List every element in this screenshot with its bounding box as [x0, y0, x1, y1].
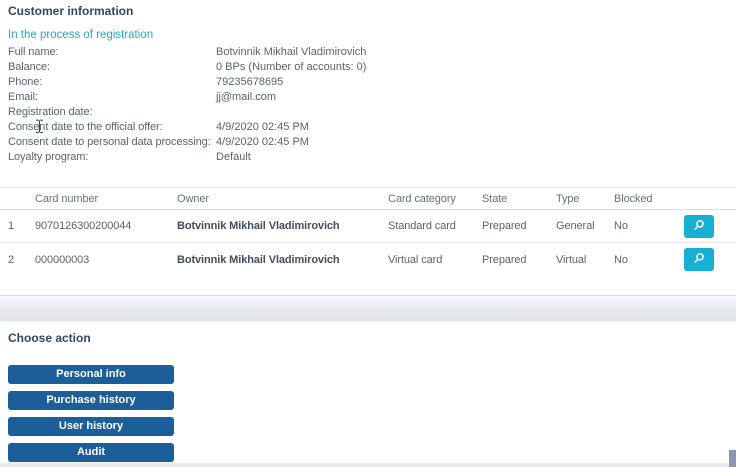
cell-card-category: Standard card	[388, 220, 456, 232]
bottom-divider-strip	[0, 463, 736, 467]
cell-blocked: No	[614, 220, 628, 232]
info-row-email: Email: jj@mail.com	[0, 90, 736, 105]
cell-card-number: 000000003	[35, 253, 90, 266]
info-value: jj@mail.com	[216, 90, 277, 105]
cell-blocked: No	[614, 253, 628, 266]
cell-state: Prepared	[482, 253, 527, 266]
scrollbar-thumb[interactable]	[729, 450, 736, 467]
table-row: 1 9070126300200044 Botvinnik Mikhail Vla…	[0, 210, 736, 243]
header-blocked: Blocked	[614, 192, 653, 205]
info-label: Consent date to the official offer:	[8, 121, 163, 133]
info-value: 79235678695	[216, 75, 284, 90]
info-value: Default	[216, 150, 251, 165]
info-label: Phone:	[8, 76, 43, 88]
info-label: Loyalty program:	[8, 151, 89, 163]
info-value: 4/9/2020 02:45 PM	[216, 120, 309, 135]
registration-status: In the process of registration	[8, 29, 154, 41]
info-label: Balance:	[8, 61, 51, 73]
info-row-consent-personal-data: Consent date to personal data processing…	[0, 135, 736, 150]
customer-info-list: Full name: Botvinnik Mikhail Vladimirovi…	[0, 45, 736, 165]
info-label: Registration date:	[8, 106, 93, 118]
view-card-button[interactable]	[684, 248, 714, 271]
row-index: 2	[8, 253, 15, 266]
info-row-loyalty-program: Loyalty program: Default	[0, 150, 736, 165]
personal-info-button[interactable]: Personal info	[8, 365, 174, 384]
header-card-number: Card number	[35, 192, 99, 205]
info-row-phone: Phone: 79235678695	[0, 75, 736, 90]
header-state: State	[482, 192, 508, 205]
info-label: Full name:	[8, 46, 59, 58]
cards-table-header: Card number Owner Card category State Ty…	[0, 188, 736, 210]
cell-actions	[684, 248, 736, 271]
cell-card-category: Virtual card	[388, 253, 443, 266]
info-value: 4/9/2020 02:45 PM	[216, 135, 309, 150]
cell-type: General	[556, 220, 595, 232]
search-icon	[693, 252, 705, 267]
cell-card-number: 9070126300200044	[35, 220, 132, 232]
user-history-button[interactable]: User history	[8, 417, 174, 436]
header-type: Type	[556, 192, 580, 205]
cell-actions	[684, 214, 736, 238]
info-value: Botvinnik Mikhail Vladimirovich	[216, 45, 367, 60]
cell-type: Virtual	[556, 253, 587, 266]
info-row-full-name: Full name: Botvinnik Mikhail Vladimirovi…	[0, 45, 736, 60]
info-row-consent-offer: Consent date to the official offer: 4/9/…	[0, 120, 736, 135]
info-row-registration-date: Registration date:	[0, 105, 736, 120]
search-icon	[693, 219, 705, 234]
info-label: Consent date to personal data processing…	[8, 136, 211, 148]
cell-state: Prepared	[482, 220, 527, 232]
header-owner: Owner	[177, 192, 209, 205]
cards-table: Card number Owner Card category State Ty…	[0, 187, 736, 322]
info-label: Email:	[8, 91, 38, 103]
row-index: 1	[8, 220, 15, 232]
table-footer-bar	[0, 295, 736, 322]
header-card-category: Card category	[388, 192, 456, 205]
purchase-history-button[interactable]: Purchase history	[8, 391, 174, 410]
text-cursor-icon	[35, 119, 44, 137]
page-title: Customer information	[8, 4, 134, 18]
cell-owner: Botvinnik Mikhail Vladimirovich	[177, 220, 340, 232]
table-empty-space	[0, 276, 736, 295]
info-row-balance: Balance: 0 BPs (Number of accounts: 0)	[0, 60, 736, 75]
info-value: 0 BPs (Number of accounts: 0)	[216, 60, 367, 75]
view-card-button[interactable]	[684, 214, 714, 238]
cell-owner: Botvinnik Mikhail Vladimirovich	[177, 253, 340, 266]
table-row: 2 000000003 Botvinnik Mikhail Vladimirov…	[0, 243, 736, 276]
actions-list: Personal info Purchase history User hist…	[0, 365, 736, 462]
audit-button[interactable]: Audit	[8, 443, 174, 462]
choose-action-title: Choose action	[8, 331, 91, 345]
